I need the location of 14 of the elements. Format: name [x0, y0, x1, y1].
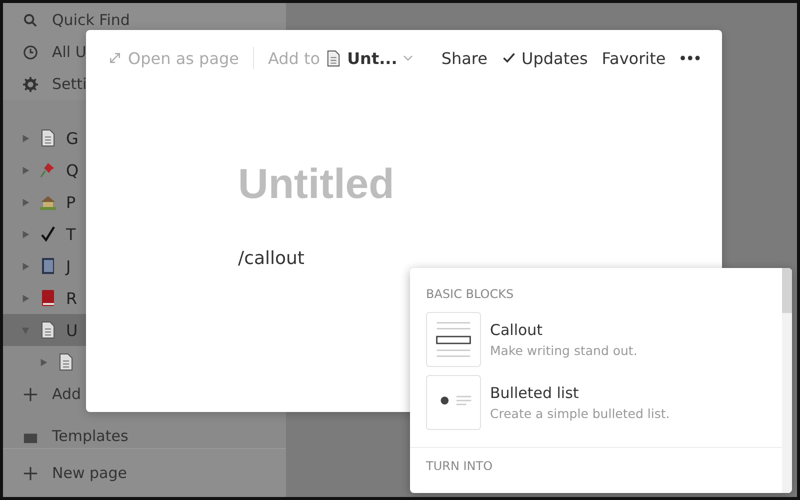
page-title: P — [66, 192, 76, 212]
page-title: G — [66, 128, 78, 148]
page-title: T — [66, 224, 76, 244]
page-title: J — [66, 256, 71, 276]
add-to-label: Add to — [268, 48, 320, 68]
item-description: Make writing stand out. — [490, 343, 638, 358]
section-heading: TURN INTO — [425, 458, 494, 475]
item-title: Callout — [490, 321, 544, 339]
section-heading: BASIC BLOCKS — [425, 286, 515, 303]
item-description: Create a simple bulleted list. — [490, 406, 670, 421]
page-title: U — [66, 320, 78, 340]
item-title: Bulleted list — [490, 384, 580, 402]
page-title: R — [66, 288, 78, 308]
page-title: Q — [66, 160, 79, 180]
